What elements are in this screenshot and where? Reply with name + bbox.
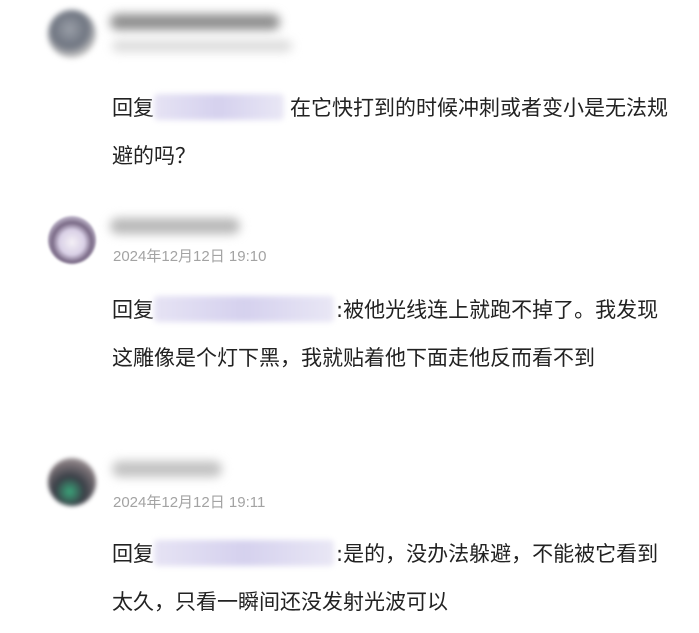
timestamp-blurred: [112, 40, 292, 52]
username-blurred[interactable]: [110, 218, 240, 234]
comment-timestamp: 2024年12月12日 19:11: [113, 494, 266, 511]
reply-prefix: 回复: [112, 96, 154, 120]
username-blurred[interactable]: [112, 461, 222, 477]
mention-blurred[interactable]: [154, 296, 334, 322]
comment-text: 回复:是的，没办法躲避，不能被它看到太久，只看一瞬间还没发射光波可以: [112, 530, 672, 626]
reply-prefix: 回复: [112, 298, 154, 322]
reply-prefix: 回复: [112, 542, 154, 566]
mention-blurred[interactable]: [154, 94, 284, 120]
avatar[interactable]: [48, 216, 96, 264]
comment-text: 回复 在它快打到的时候冲刺或者变小是无法规避的吗？: [112, 84, 672, 180]
comment-timestamp: 2024年12月12日 19:10: [113, 248, 267, 265]
mention-blurred[interactable]: [154, 540, 334, 566]
avatar[interactable]: [48, 10, 96, 58]
comment-text: 回复:被他光线连上就跑不掉了。我发现这雕像是个灯下黑，我就贴着他下面走他反而看不…: [112, 286, 672, 382]
username-blurred[interactable]: [110, 14, 280, 30]
avatar[interactable]: [48, 458, 96, 506]
